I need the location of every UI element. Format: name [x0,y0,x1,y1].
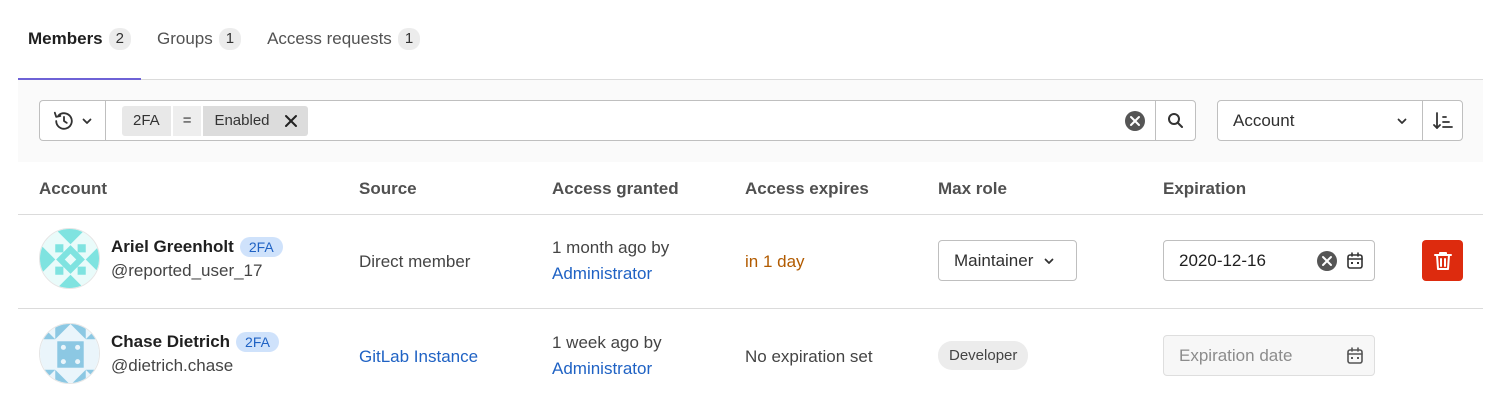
calendar-icon[interactable] [1346,346,1364,365]
header-access-granted: Access granted [552,179,679,198]
access-expires: No expiration set [745,347,873,366]
member-name-line: Chase Dietrich 2FA [111,332,279,352]
sort-direction-button[interactable] [1422,100,1463,141]
tab-access-requests-label: Access requests [267,29,392,48]
access-granted-by-link[interactable]: Administrator [552,359,652,379]
tab-access-requests[interactable]: Access requests 1 [257,0,430,79]
table-row: Ariel Greenholt 2FA @reported_user_17 Di… [18,214,1483,309]
access-granted-time: 1 week ago by [552,333,662,352]
filter-token[interactable]: 2FA = Enabled [122,105,308,136]
filter-token-value-text: Enabled [214,112,270,129]
table-row: Chase Dietrich 2FA @dietrich.chase GitLa… [18,309,1483,404]
chevron-down-icon [82,118,92,124]
expiration-date-input[interactable]: Expiration date [1163,335,1375,376]
calendar-icon[interactable] [1346,251,1364,270]
access-granted-time: 1 month ago by [552,238,670,257]
tab-members-count: 2 [108,28,131,50]
sort-ascending-icon [1432,111,1453,129]
history-icon [53,111,73,130]
chevron-down-icon [1044,258,1054,264]
header-account: Account [39,179,107,198]
recent-searches-button[interactable] [39,100,106,141]
sort-by-dropdown[interactable]: Account [1217,100,1423,141]
member-source: Direct member [359,252,471,271]
filter-token-value: Enabled [203,105,308,136]
trash-icon [1433,251,1452,270]
clear-icon[interactable] [1124,110,1146,132]
avatar[interactable] [39,323,100,384]
member-source-link[interactable]: GitLab Instance [359,347,478,367]
clear-icon[interactable] [1316,250,1338,272]
search-icon [1168,113,1183,128]
header-expiration: Expiration [1163,179,1247,198]
filtered-search-input[interactable]: 2FA = Enabled [105,100,1157,141]
members-table-header: Account Source Access granted Access exp… [18,162,1483,215]
member-name-line: Ariel Greenholt 2FA [111,237,283,257]
expiration-date-input[interactable]: 2020-12-16 [1163,240,1375,281]
tab-groups[interactable]: Groups 1 [147,0,251,79]
sort-by-label: Account [1233,110,1295,130]
access-expires: in 1 day [745,252,805,271]
member-name[interactable]: Ariel Greenholt [111,237,234,257]
filter-bar: 2FA = Enabled Account [18,80,1483,162]
chevron-down-icon [1397,118,1407,124]
member-username: @reported_user_17 [111,261,263,280]
tab-members-label: Members [28,29,103,48]
expiration-date-placeholder: Expiration date [1179,345,1293,365]
max-role-dropdown[interactable]: Maintainer [938,240,1077,281]
max-role-badge: Developer [938,341,1029,370]
header-source: Source [359,179,417,198]
tab-members[interactable]: Members 2 [18,0,141,80]
member-username: @dietrich.chase [111,356,234,375]
two-factor-badge: 2FA [236,332,279,352]
member-name[interactable]: Chase Dietrich [111,332,230,352]
avatar[interactable] [39,228,100,289]
tab-groups-count: 1 [218,28,242,50]
expiration-date-value: 2020-12-16 [1179,250,1266,270]
access-granted-by-link[interactable]: Administrator [552,264,652,284]
two-factor-badge: 2FA [239,237,283,257]
close-icon[interactable] [284,114,298,128]
filter-token-operator: = [172,105,202,136]
remove-member-button[interactable] [1422,240,1463,281]
filter-token-key: 2FA [122,105,171,136]
search-button[interactable] [1155,100,1196,141]
header-access-expires: Access expires [745,179,869,198]
tab-access-requests-count: 1 [397,28,421,50]
tab-groups-label: Groups [156,29,213,48]
max-role-value: Maintainer [954,250,1034,270]
header-max-role: Max role [938,179,1007,198]
members-tabs: Members 2 Groups 1 Access requests 1 [18,0,1483,80]
